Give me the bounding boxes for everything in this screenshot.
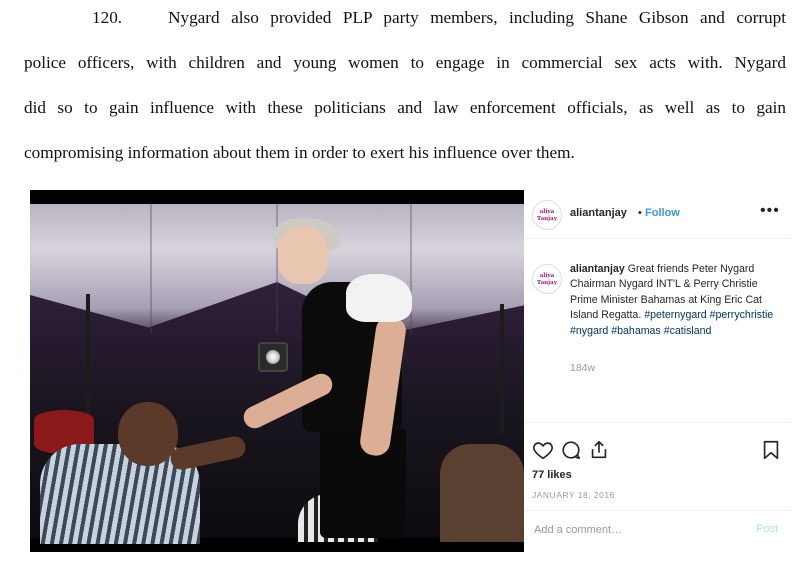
paragraph-line-2: police officers, with children and young… (24, 53, 786, 72)
paragraph-line-1: 120. Nygard also provided PLP party memb… (92, 8, 787, 27)
stage-light (258, 342, 288, 372)
separator-dot: • (638, 207, 642, 219)
post-photo[interactable] (30, 190, 524, 552)
caption-username[interactable]: aliantanjay (570, 263, 625, 275)
paragraph-line-4: compromising information about them in o… (24, 143, 575, 162)
hashtag[interactable]: #bahamas (611, 325, 660, 337)
hashtag[interactable]: #nygard (570, 325, 608, 337)
standing-man-sleeve (346, 274, 412, 322)
share-icon[interactable] (588, 439, 610, 461)
bookmark-icon[interactable] (760, 439, 782, 461)
post-caption: aliantanjay Great friends Peter Nygard C… (570, 262, 782, 339)
more-horizontal-icon[interactable]: ••• (760, 202, 780, 220)
caption-avatar[interactable]: aliya Tanjay (532, 264, 562, 294)
post-panel: aliya Tanjay aliantanjay • Follow ••• al… (524, 190, 791, 552)
background-person (440, 444, 524, 542)
instagram-embed: aliya Tanjay aliantanjay • Follow ••• al… (30, 190, 791, 552)
standing-man-head (278, 226, 328, 284)
hashtag[interactable]: #peternygard (644, 309, 706, 321)
follow-button[interactable]: Follow (645, 207, 680, 219)
paragraph-line-3: did so to gain influence with these poli… (24, 98, 786, 117)
comment-input[interactable] (532, 523, 736, 537)
post-header: aliya Tanjay aliantanjay • Follow ••• (524, 190, 791, 239)
username-link[interactable]: aliantanjay (570, 207, 627, 219)
comment-icon[interactable] (560, 439, 582, 461)
caption-age: 184w (570, 362, 596, 374)
post-actions: 77 likes JANUARY 18, 2016 (524, 422, 791, 511)
photo-scene (30, 204, 524, 544)
avatar[interactable]: aliya Tanjay (532, 200, 562, 230)
likes-count[interactable]: 77 likes (532, 469, 572, 481)
post-date: JANUARY 18, 2016 (532, 490, 615, 500)
seated-man-head (118, 402, 178, 466)
paragraph-number: 120. (92, 8, 123, 27)
heart-icon[interactable] (532, 439, 554, 461)
post-comment-button[interactable]: Post (756, 523, 778, 535)
comment-bar: Post (524, 510, 791, 553)
seated-man-arm (168, 434, 248, 472)
tent-pole (500, 304, 504, 434)
hashtag[interactable]: #perrychristie (710, 309, 774, 321)
hashtag[interactable]: #catisland (664, 325, 712, 337)
